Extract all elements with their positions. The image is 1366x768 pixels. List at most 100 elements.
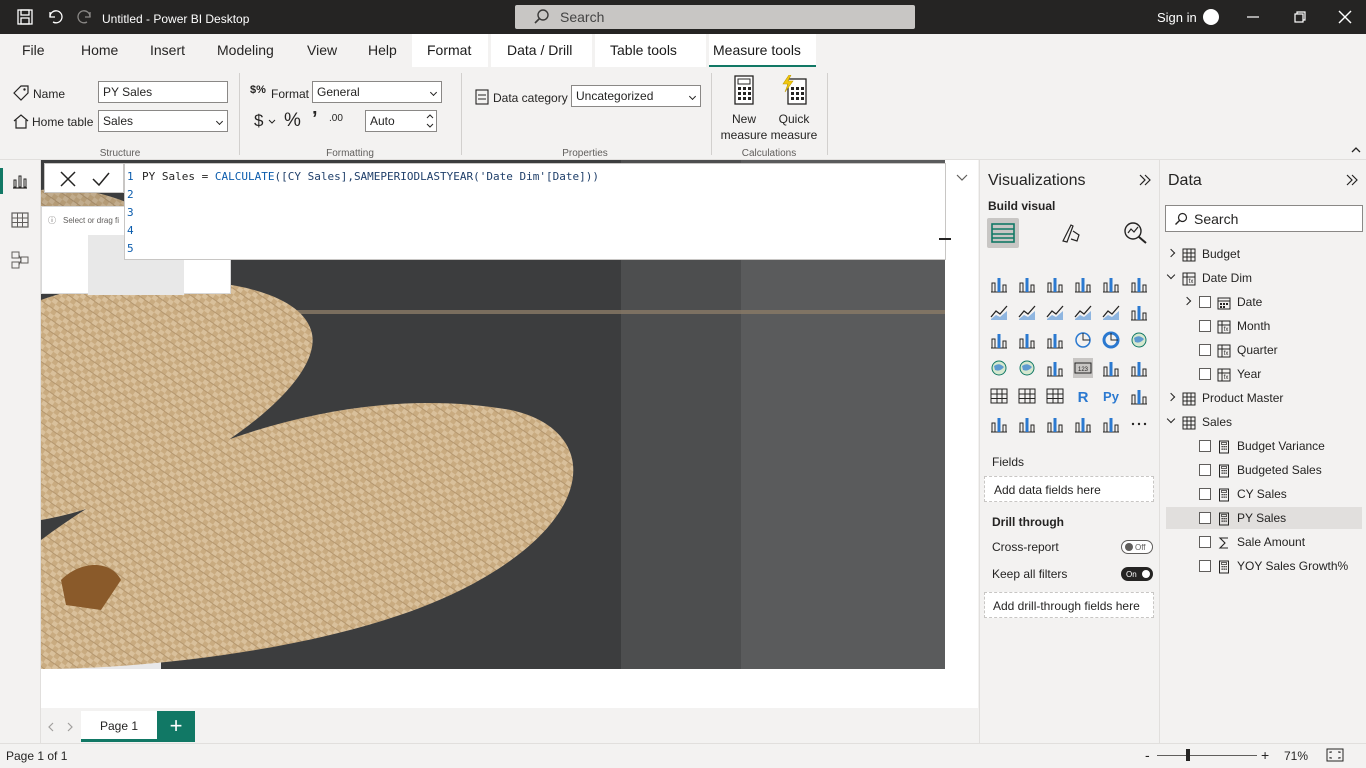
map-icon[interactable] xyxy=(989,358,1009,378)
field-year[interactable]: fx Year xyxy=(1166,363,1362,385)
currency-dropdown-icon[interactable] xyxy=(268,118,276,126)
stacked-column-chart-icon[interactable] xyxy=(1017,274,1037,294)
100-stacked-column-chart-icon[interactable] xyxy=(1129,274,1149,294)
new-measure-button[interactable]: New measure xyxy=(718,75,770,143)
field-yoy-sales-growth-[interactable]: YOY Sales Growth% xyxy=(1166,555,1362,577)
tab-data-drill[interactable]: Data / Drill xyxy=(491,34,592,67)
field-checkbox[interactable] xyxy=(1199,440,1211,452)
table-sales[interactable]: Sales xyxy=(1166,411,1362,433)
field-checkbox[interactable] xyxy=(1199,344,1211,356)
zoom-out-button[interactable]: - xyxy=(1145,747,1150,763)
field-budgeted-sales[interactable]: Budgeted Sales xyxy=(1166,459,1362,481)
smart-narrative-icon[interactable] xyxy=(1045,414,1065,434)
redo-icon[interactable] xyxy=(76,8,94,26)
tab-file[interactable]: File xyxy=(22,42,45,58)
tab-format[interactable]: Format xyxy=(412,34,488,67)
formula-bar[interactable]: 1 2 3 4 5 PY Sales = CALCULATE([CY Sales… xyxy=(124,163,968,260)
donut-chart-icon[interactable] xyxy=(1101,330,1121,350)
field-checkbox[interactable] xyxy=(1199,464,1211,476)
field-month[interactable]: fx Month xyxy=(1166,315,1362,337)
next-page-icon[interactable] xyxy=(66,722,74,732)
table-budget[interactable]: Budget xyxy=(1166,243,1362,265)
python-visual-icon[interactable]: Py xyxy=(1101,386,1121,406)
keep-all-filters-toggle[interactable]: On xyxy=(1121,567,1153,581)
gauge-icon[interactable] xyxy=(1045,358,1065,378)
spin-arrows-icon[interactable] xyxy=(425,111,435,131)
report-view-icon[interactable] xyxy=(10,171,30,191)
field-checkbox[interactable] xyxy=(1199,320,1211,332)
data-category-select[interactable]: Uncategorized xyxy=(571,85,701,107)
avatar[interactable] xyxy=(1203,9,1219,25)
field-checkbox[interactable] xyxy=(1199,536,1211,548)
title-search-box[interactable]: Search xyxy=(515,5,915,29)
save-icon[interactable] xyxy=(16,8,34,26)
100-stacked-bar-chart-icon[interactable] xyxy=(1101,274,1121,294)
dax-expression[interactable]: PY Sales = CALCULATE([CY Sales],SAMEPERI… xyxy=(142,170,599,183)
paginated-report-icon[interactable] xyxy=(1101,414,1121,434)
chevron-down-icon[interactable] xyxy=(1166,414,1176,424)
tab-home[interactable]: Home xyxy=(81,42,118,58)
quick-measure-button[interactable]: Quick measure xyxy=(770,75,818,143)
field-sale-amount[interactable]: Sale Amount xyxy=(1166,531,1362,553)
chevron-right-icon[interactable] xyxy=(1166,392,1176,402)
cross-report-toggle[interactable]: Off xyxy=(1121,540,1153,554)
treemap-icon[interactable] xyxy=(1129,330,1149,350)
cancel-formula-icon[interactable] xyxy=(59,170,77,188)
currency-button[interactable]: $ xyxy=(254,111,263,131)
funnel-chart-icon[interactable] xyxy=(1017,330,1037,350)
drill-through-drop-well[interactable]: Add drill-through fields here xyxy=(984,592,1154,618)
commit-formula-icon[interactable] xyxy=(91,170,111,188)
field-checkbox[interactable] xyxy=(1199,368,1211,380)
tab-modeling[interactable]: Modeling xyxy=(217,42,274,58)
analytics-icon[interactable] xyxy=(1122,221,1148,245)
field-budget-variance[interactable]: Budget Variance xyxy=(1166,435,1362,457)
percent-button[interactable]: % xyxy=(284,110,301,132)
scatter-chart-icon[interactable] xyxy=(1045,330,1065,350)
expand-formula-icon[interactable] xyxy=(955,173,969,183)
slicer-icon[interactable] xyxy=(989,386,1009,406)
card-icon[interactable]: 123 xyxy=(1073,358,1093,378)
field-quarter[interactable]: fx Quarter xyxy=(1166,339,1362,361)
field-cy-sales[interactable]: CY Sales xyxy=(1166,483,1362,505)
collapse-pane-icon[interactable] xyxy=(1138,173,1152,187)
field-py-sales[interactable]: PY Sales xyxy=(1166,507,1362,529)
tab-view[interactable]: View xyxy=(307,42,337,58)
tab-help[interactable]: Help xyxy=(368,42,397,58)
field-checkbox[interactable] xyxy=(1199,296,1211,308)
zoom-slider-track[interactable] xyxy=(1157,755,1257,756)
data-search-input[interactable]: Search xyxy=(1165,205,1363,232)
restore-icon[interactable] xyxy=(1292,9,1308,25)
table-icon[interactable] xyxy=(1017,386,1037,406)
field-checkbox[interactable] xyxy=(1199,560,1211,572)
qna-icon[interactable] xyxy=(1017,414,1037,434)
waterfall-chart-icon[interactable] xyxy=(989,330,1009,350)
sign-in-link[interactable]: Sign in xyxy=(1157,10,1197,25)
multi-row-card-icon[interactable] xyxy=(1101,358,1121,378)
name-input[interactable]: PY Sales xyxy=(98,81,228,103)
zoom-in-button[interactable]: + xyxy=(1261,747,1269,763)
more-visuals-icon[interactable] xyxy=(1129,414,1149,434)
tab-measure-tools[interactable]: Measure tools xyxy=(709,34,816,67)
chevron-right-icon[interactable] xyxy=(1166,248,1176,258)
tab-table-tools[interactable]: Table tools xyxy=(595,34,706,67)
add-page-button[interactable]: + xyxy=(157,711,195,742)
area-chart-icon[interactable] xyxy=(1017,302,1037,322)
minimize-formula-icon[interactable] xyxy=(939,238,951,240)
page-tab-1[interactable]: Page 1 xyxy=(81,711,157,742)
format-select[interactable]: General xyxy=(312,81,442,103)
clustered-bar-chart-icon[interactable] xyxy=(1045,274,1065,294)
stacked-bar-chart-icon[interactable] xyxy=(989,274,1009,294)
model-view-icon[interactable] xyxy=(10,250,30,270)
zoom-slider-thumb[interactable] xyxy=(1186,749,1190,761)
prev-page-icon[interactable] xyxy=(47,722,55,732)
field-date[interactable]: Date xyxy=(1166,291,1362,313)
build-visual-tab[interactable] xyxy=(987,218,1019,248)
line-column-chart-icon[interactable] xyxy=(1073,302,1093,322)
line-clustered-column-chart-icon[interactable] xyxy=(1101,302,1121,322)
line-chart-icon[interactable] xyxy=(989,302,1009,322)
field-checkbox[interactable] xyxy=(1199,488,1211,500)
pie-chart-icon[interactable] xyxy=(1073,330,1093,350)
collapse-data-pane-icon[interactable] xyxy=(1345,173,1359,187)
tab-insert[interactable]: Insert xyxy=(150,42,185,58)
field-checkbox[interactable] xyxy=(1199,512,1211,524)
